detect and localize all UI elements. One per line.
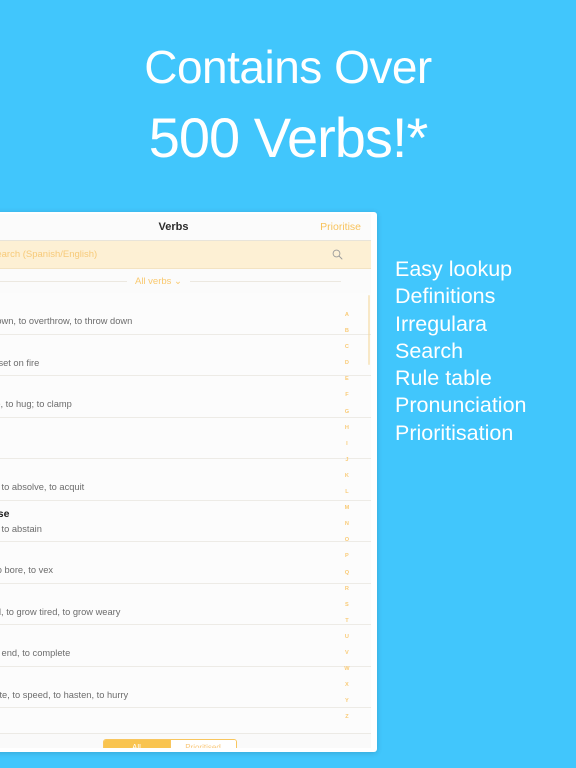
app-navbar: Verbs Prioritise: [0, 214, 371, 241]
verb-definition: to burn, to set on fire: [0, 357, 40, 368]
verb-definition: to embrace, to hug; to clamp: [0, 399, 72, 409]
verb-row[interactable]: aceptarto accept: [0, 708, 371, 733]
index-letter-d[interactable]: D: [345, 355, 349, 371]
index-letter-l[interactable]: L: [345, 484, 349, 500]
index-letter-x[interactable]: X: [345, 677, 349, 693]
verb-list-container[interactable]: abatir to knock down, to overthrow, to th…: [0, 293, 371, 733]
verb-definition: Irregulara / to absolve, to acquit: [0, 482, 85, 492]
index-letter-v[interactable]: V: [345, 645, 349, 661]
section-header-label: All verbs ⌄: [134, 275, 183, 287]
prioritise-button[interactable]: Prioritise: [320, 221, 361, 233]
section-header-all-verbs[interactable]: All verbs ⌄: [0, 269, 371, 293]
section-rule-left: [0, 280, 127, 282]
verb-row[interactable]: abrasar to burn, to set on fire: [0, 335, 371, 376]
verb-word: abrir: [0, 424, 371, 438]
verb-word: acabar: [0, 631, 371, 645]
alphabet-index[interactable]: ABCDEFGHIJKLMNOPQRSTUVWXYZ: [341, 307, 353, 725]
feature-item: Search: [395, 338, 464, 363]
headline-line-1: Contains Over: [144, 41, 432, 93]
feature-item: Irregulara: [395, 311, 488, 336]
segment-prioritised[interactable]: Prioritised: [169, 740, 236, 748]
verb-word: abrazar: [0, 382, 371, 396]
index-letter-s[interactable]: S: [345, 597, 349, 613]
index-letter-n[interactable]: N: [345, 516, 349, 532]
promo-headline: Contains Over 500 Verbs!*: [0, 44, 576, 166]
page-title: Verbs: [158, 221, 189, 233]
verb-row[interactable]: abrazar to embrace, to hug; to clamp: [0, 376, 371, 418]
verb-word: aceptar: [0, 714, 371, 728]
index-letter-f[interactable]: F: [345, 387, 349, 403]
verb-word: abstenerse: [0, 507, 10, 520]
verb-row[interactable]: acelerar to accelerate, to speed, to hast…: [0, 667, 371, 708]
verb-row[interactable]: acabar to finish, to end, to complete: [0, 625, 371, 667]
verb-word: acelerar: [0, 673, 371, 687]
feature-item: Rule table: [395, 366, 492, 391]
verb-word: aburrir: [0, 548, 371, 562]
verb-definition: to open: [0, 439, 371, 453]
index-letter-c[interactable]: C: [345, 339, 349, 355]
index-letter-j[interactable]: J: [345, 452, 348, 468]
index-letter-h[interactable]: H: [345, 420, 349, 436]
verb-definition: to accelerate, to speed, to hasten, to h…: [0, 689, 129, 700]
app-screen: Verbs Prioritise Search (Spanish/English…: [0, 214, 371, 748]
feature-item: Definitions: [395, 284, 496, 309]
device-frame: Verbs Prioritise Search (Spanish/English…: [0, 212, 377, 752]
index-letter-r[interactable]: R: [345, 581, 349, 597]
verb-word: aburrirse: [0, 590, 371, 604]
verb-row[interactable]: abstenerse Irregulara / to abstain: [0, 501, 371, 542]
index-letter-m[interactable]: M: [345, 500, 350, 516]
index-letter-a[interactable]: A: [345, 307, 349, 323]
index-letter-e[interactable]: E: [345, 371, 349, 387]
feature-list: Easy lookup Definitions Irregulara Search Ru…: [395, 256, 526, 447]
verb-row[interactable]: abrirto open: [0, 418, 371, 459]
index-letter-b[interactable]: B: [345, 323, 349, 339]
filter-segmented-control[interactable]: All Prioritised: [102, 739, 237, 748]
feature-item: Easy lookup: [395, 257, 513, 281]
verb-row[interactable]: absolver Irregulara / to absolve, to acqu…: [0, 459, 371, 501]
segment-all[interactable]: All: [103, 740, 170, 748]
index-letter-o[interactable]: O: [345, 532, 350, 548]
index-letter-t[interactable]: T: [345, 613, 349, 629]
index-letter-g[interactable]: G: [345, 404, 350, 420]
index-letter-u[interactable]: U: [345, 629, 349, 645]
verb-row[interactable]: abatir to knock down, to overthrow, to th…: [0, 293, 371, 335]
verb-word: absolver: [0, 465, 371, 479]
verb-definition: to annoy, to bore, to vex: [0, 565, 54, 575]
verb-definition: Irregulara / to abstain: [0, 523, 42, 534]
index-letter-q[interactable]: Q: [345, 565, 350, 581]
bottom-toolbar: All Prioritised: [0, 733, 371, 748]
verb-row[interactable]: aburrirse to be bored, to grow tired, to …: [0, 584, 371, 625]
verb-row[interactable]: aburrir to annoy, to bore, to vex: [0, 542, 371, 584]
search-input-placeholder[interactable]: Search (Spanish/English): [0, 249, 97, 260]
scrollbar[interactable]: [368, 295, 370, 365]
verb-word: abrasar: [0, 341, 371, 355]
headline-line-2: 500 Verbs!*: [148, 106, 429, 169]
feature-item: Pronunciation: [395, 393, 527, 418]
index-letter-z[interactable]: Z: [345, 709, 349, 725]
index-letter-w[interactable]: W: [344, 661, 349, 677]
section-rule-right: [190, 280, 341, 282]
verb-list[interactable]: abatir to knock down, to overthrow, to th…: [0, 293, 371, 733]
verb-definition: to knock down, to overthrow, to throw do…: [0, 316, 133, 326]
feature-item: Prioritisation: [395, 420, 514, 445]
search-icon: [332, 249, 343, 260]
verb-definition: to be bored, to grow tired, to grow wear…: [0, 606, 121, 617]
index-letter-y[interactable]: Y: [345, 693, 349, 709]
index-letter-i[interactable]: I: [346, 436, 348, 452]
verb-word: abatir: [0, 299, 371, 313]
index-letter-k[interactable]: K: [345, 468, 349, 484]
verb-definition: to finish, to end, to complete: [0, 648, 71, 658]
index-letter-p[interactable]: P: [345, 548, 349, 564]
search-bar[interactable]: Search (Spanish/English): [0, 241, 371, 269]
